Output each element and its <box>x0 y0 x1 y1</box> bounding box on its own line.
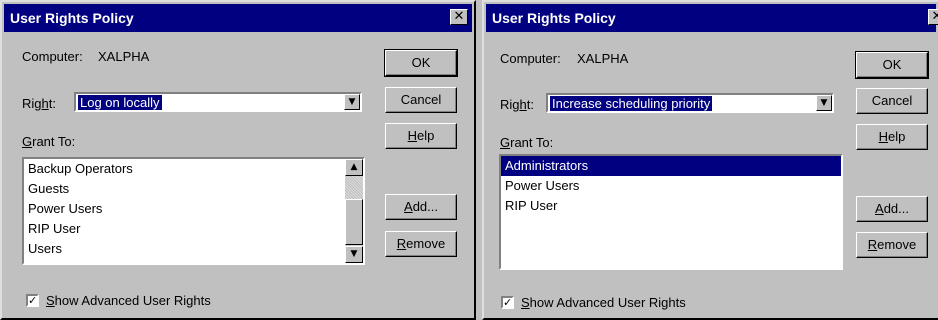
right-dropdown[interactable]: Increase scheduling priority ▼ <box>546 93 834 113</box>
list-item[interactable]: Users <box>24 239 363 259</box>
right-dropdown-value: Increase scheduling priority <box>548 95 714 112</box>
user-rights-policy-dialog: User Rights Policy ✕ Computer: XALPHA Ri… <box>482 0 938 320</box>
list-item-selected[interactable]: Administrators <box>501 156 841 176</box>
computer-label: Computer: <box>500 51 561 66</box>
grant-to-label: Grant To: <box>22 134 76 149</box>
cancel-button[interactable]: Cancel <box>385 87 457 113</box>
show-advanced-checkbox[interactable]: ✓ <box>501 296 514 309</box>
title-bar[interactable]: User Rights Policy ✕ <box>4 4 472 32</box>
grant-to-listbox[interactable]: Backup Operators Guests Power Users RIP … <box>22 157 365 265</box>
close-button[interactable]: ✕ <box>450 9 468 25</box>
scroll-down-icon[interactable]: ▼ <box>345 246 363 263</box>
right-label: Right: <box>500 97 534 112</box>
right-dropdown-value: Log on locally <box>77 94 163 111</box>
remove-button[interactable]: Remove <box>856 232 928 258</box>
list-item[interactable]: Power Users <box>24 199 363 219</box>
computer-value: XALPHA <box>98 49 150 64</box>
list-item[interactable]: Backup Operators <box>24 159 363 179</box>
show-advanced-checkbox[interactable]: ✓ <box>26 294 39 307</box>
computer-label: Computer: <box>22 49 83 64</box>
dropdown-arrow-icon[interactable]: ▼ <box>344 94 360 110</box>
remove-button[interactable]: Remove <box>385 231 457 257</box>
close-button[interactable]: ✕ <box>928 9 938 25</box>
scroll-up-icon[interactable]: ▲ <box>345 159 363 176</box>
list-item[interactable]: Guests <box>24 179 363 199</box>
scrollbar-thumb[interactable] <box>345 199 363 245</box>
list-item[interactable]: RIP User <box>24 219 363 239</box>
dropdown-arrow-icon[interactable]: ▼ <box>816 95 832 111</box>
grant-to-listbox[interactable]: Administrators Power Users RIP User <box>499 154 843 270</box>
computer-value: XALPHA <box>577 51 629 66</box>
help-button[interactable]: Help <box>385 123 457 149</box>
show-advanced-label[interactable]: Show Advanced User Rights <box>46 293 211 308</box>
cancel-button[interactable]: Cancel <box>856 88 928 114</box>
add-button[interactable]: Add... <box>385 194 457 220</box>
vertical-scrollbar[interactable]: ▲ ▼ <box>345 159 363 263</box>
dialog-title: User Rights Policy <box>492 10 616 26</box>
list-item[interactable]: RIP User <box>501 196 841 216</box>
right-label: Right: <box>22 96 56 111</box>
help-button[interactable]: Help <box>856 124 928 150</box>
add-button[interactable]: Add... <box>856 196 928 222</box>
list-item[interactable]: Power Users <box>501 176 841 196</box>
grant-to-label: Grant To: <box>500 135 554 150</box>
dialog-title: User Rights Policy <box>10 10 134 26</box>
user-rights-policy-dialog: User Rights Policy ✕ Computer: XALPHA Ri… <box>0 0 476 320</box>
ok-button[interactable]: OK <box>384 49 458 77</box>
title-bar[interactable]: User Rights Policy ✕ <box>486 4 938 32</box>
ok-button[interactable]: OK <box>855 51 929 79</box>
show-advanced-label[interactable]: Show Advanced User Rights <box>521 295 686 310</box>
right-dropdown[interactable]: Log on locally ▼ <box>74 92 362 112</box>
